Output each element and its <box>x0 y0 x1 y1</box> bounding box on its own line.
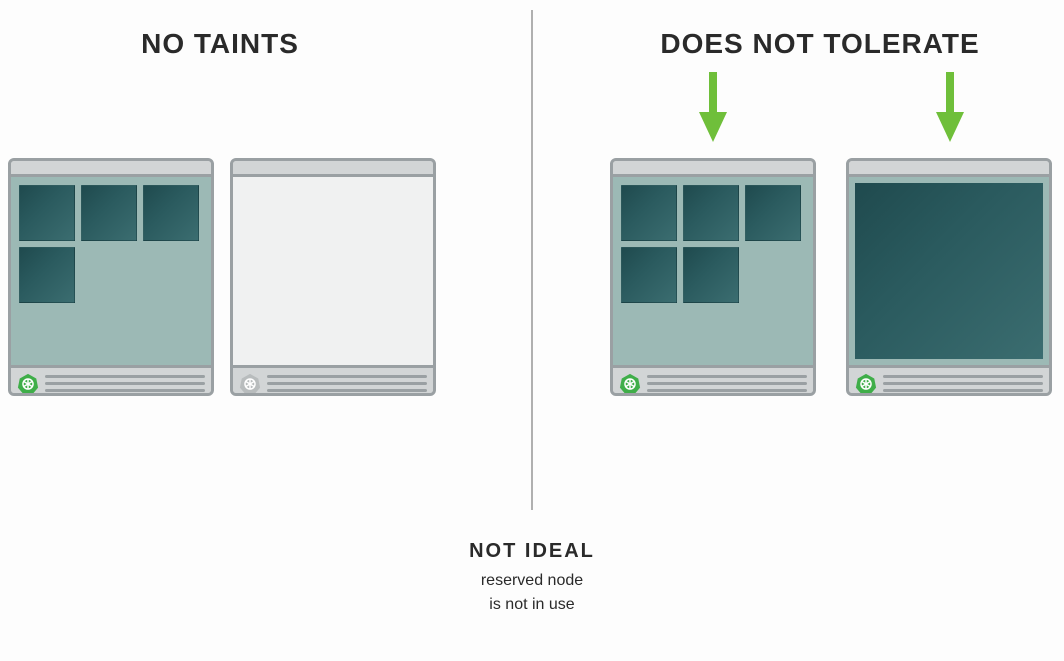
divider <box>531 10 533 510</box>
node-card-empty: x <box>230 158 436 396</box>
node-card <box>8 158 214 396</box>
pod-grid <box>621 185 801 303</box>
pod <box>19 247 75 303</box>
pod <box>621 185 677 241</box>
pod <box>143 185 199 241</box>
pod <box>683 247 739 303</box>
pod <box>621 247 677 303</box>
node-card <box>610 158 816 396</box>
pod <box>19 185 75 241</box>
pod <box>745 185 801 241</box>
caption: NOT IDEAL reserved node is not in use <box>0 540 1064 617</box>
caption-line: is not in use <box>0 593 1064 617</box>
title-left: NO TAINTS <box>0 28 440 60</box>
kubernetes-wheel-icon <box>619 373 641 395</box>
caption-heading: NOT IDEAL <box>0 540 1064 563</box>
kubernetes-wheel-icon <box>17 373 39 395</box>
pod <box>81 185 137 241</box>
pod-grid <box>19 185 199 303</box>
kubernetes-wheel-icon <box>855 373 877 395</box>
pod <box>683 185 739 241</box>
caption-line: reserved node <box>0 569 1064 593</box>
pod-large <box>855 183 1043 359</box>
kubernetes-wheel-icon <box>239 373 261 395</box>
down-arrow-icon <box>930 72 970 142</box>
title-right: DOES NOT TOLERATE <box>600 28 1040 60</box>
down-arrow-icon <box>693 72 733 142</box>
node-card: x <box>846 158 1052 396</box>
